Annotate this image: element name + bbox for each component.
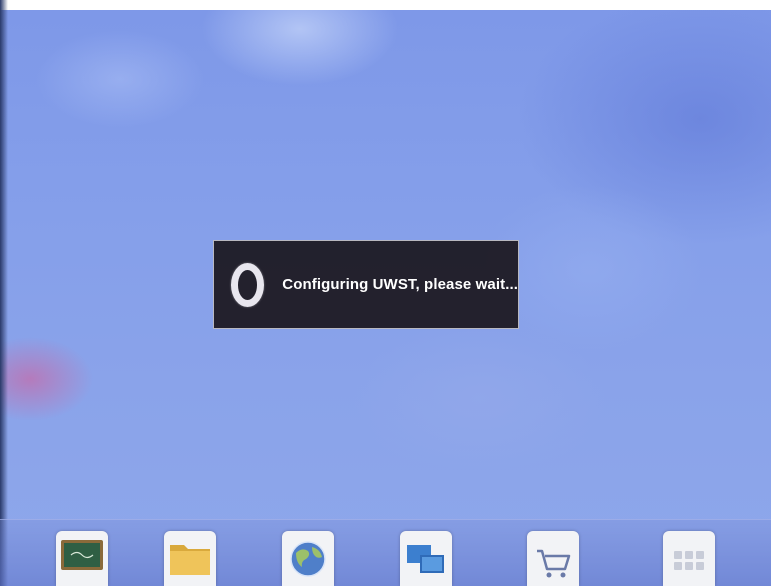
photo-frame: Configuring UWST, please wait... <box>0 0 771 586</box>
globe-icon <box>290 541 326 577</box>
app-grid-icon <box>674 551 704 570</box>
loading-spinner-icon <box>231 262 265 307</box>
chalkboard-icon <box>61 540 103 570</box>
dock-item-browser[interactable] <box>282 531 334 586</box>
display-share-icon <box>407 545 444 573</box>
dock-item-app-store[interactable] <box>527 531 579 586</box>
dock-item-screen-share[interactable] <box>400 531 452 586</box>
top-margin <box>0 0 771 10</box>
loading-message: Configuring UWST, please wait... <box>282 276 518 293</box>
left-bezel <box>0 0 8 586</box>
dock-item-more-apps[interactable] <box>663 531 715 586</box>
shopping-cart-icon <box>537 549 571 578</box>
folder-icon <box>170 545 210 575</box>
dock-item-whiteboard[interactable] <box>56 531 108 586</box>
loading-dialog: Configuring UWST, please wait... <box>213 240 519 329</box>
dock-bar <box>0 519 771 586</box>
dock-item-folder[interactable] <box>164 531 216 586</box>
